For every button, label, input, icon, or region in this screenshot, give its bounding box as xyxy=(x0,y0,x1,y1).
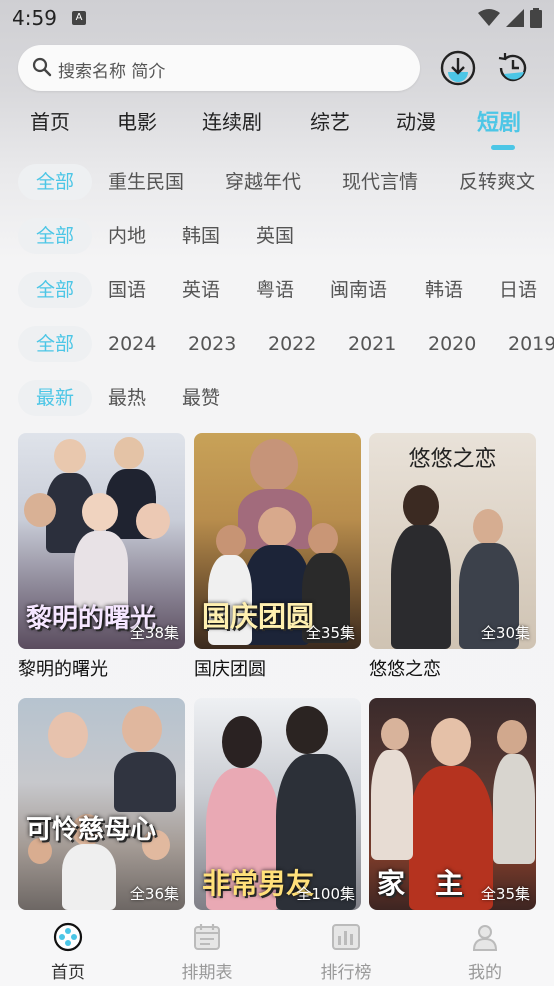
battery-icon xyxy=(530,8,542,28)
episode-count: 全100集 xyxy=(296,885,355,903)
signal-icon xyxy=(506,9,524,27)
nav-label: 排期表 xyxy=(181,963,233,983)
drama-card[interactable]: 非常男友 全100集 xyxy=(194,698,361,916)
active-tab-indicator xyxy=(491,145,515,150)
genre-filter-row: 全部 重生民国 穿越年代 现代言情 反转爽文 xyxy=(0,164,554,200)
bottom-nav: 首页 排期表 排行榜 我的 xyxy=(0,910,554,986)
poster-image: 悠悠之恋 全30集 xyxy=(369,433,536,649)
poster-title-art: 家主 xyxy=(377,867,494,900)
drama-card[interactable]: 黎明的曙光 全38集 黎明的曙光 xyxy=(18,433,185,681)
sort-chip-hottest[interactable]: 最热 xyxy=(108,380,146,416)
sort-chip-top-rated[interactable]: 最赞 xyxy=(182,380,220,416)
nav-label: 排行榜 xyxy=(320,963,372,983)
language-chip[interactable]: 韩语 xyxy=(425,272,463,308)
language-chip[interactable]: 日语 xyxy=(499,272,537,308)
tab-home[interactable]: 首页 xyxy=(30,106,70,135)
language-chip[interactable]: 闽南语 xyxy=(330,272,387,308)
calendar-icon xyxy=(194,924,220,950)
language-filter-row: 全部 国语 英语 粤语 闽南语 韩语 日语 xyxy=(0,272,554,308)
year-chip[interactable]: 2019 xyxy=(508,326,554,362)
nav-ranking[interactable]: 排行榜 xyxy=(296,922,396,983)
genre-chip[interactable]: 重生民国 xyxy=(108,164,184,200)
genre-chip[interactable]: 现代言情 xyxy=(342,164,418,200)
drama-card[interactable]: 悠悠之恋 全30集 悠悠之恋 xyxy=(369,433,536,681)
language-chip-all[interactable]: 全部 xyxy=(18,272,92,308)
episode-count: 全38集 xyxy=(129,624,179,642)
status-bar: 4:59 A xyxy=(0,0,554,36)
region-chip[interactable]: 内地 xyxy=(108,218,146,254)
drama-card[interactable]: 家主 全35集 xyxy=(369,698,536,916)
poster-title-art: 悠悠之恋 xyxy=(408,447,497,472)
region-chip[interactable]: 英国 xyxy=(256,218,294,254)
poster-image: 非常男友 全100集 xyxy=(194,698,361,910)
status-time: 4:59 xyxy=(12,6,57,30)
genre-chip-all[interactable]: 全部 xyxy=(18,164,92,200)
region-filter-row: 全部 内地 韩国 英国 xyxy=(0,218,554,254)
episode-count: 全36集 xyxy=(129,885,179,903)
episode-count: 全35集 xyxy=(480,885,530,903)
region-chip[interactable]: 韩国 xyxy=(182,218,220,254)
drama-title: 国庆团圆 xyxy=(194,659,266,680)
sort-chip-latest[interactable]: 最新 xyxy=(18,380,92,416)
year-chip-all[interactable]: 全部 xyxy=(18,326,92,362)
search-placeholder: 搜索名称 简介 xyxy=(58,62,166,82)
year-chip[interactable]: 2022 xyxy=(268,326,316,362)
language-chip[interactable]: 粤语 xyxy=(256,272,294,308)
episode-count: 全30集 xyxy=(480,624,530,642)
genre-chip[interactable]: 反转爽文 xyxy=(459,164,535,200)
profile-icon xyxy=(472,925,498,951)
status-icons xyxy=(478,8,542,28)
nav-profile[interactable]: 我的 xyxy=(435,922,535,983)
poster-image: 可怜慈母心 全36集 xyxy=(18,698,185,910)
download-icon[interactable] xyxy=(440,50,476,86)
search-bar[interactable]: 搜索名称 简介 xyxy=(18,45,420,91)
nav-label: 首页 xyxy=(51,963,85,983)
chart-icon xyxy=(332,924,360,950)
poster-title-art: 可怜慈母心 xyxy=(26,815,157,845)
language-chip[interactable]: 国语 xyxy=(108,272,146,308)
wifi-icon xyxy=(478,9,500,26)
notification-icon: A xyxy=(72,11,86,25)
category-tabs: 首页 电影 连续剧 综艺 动漫 短剧 xyxy=(0,106,554,150)
genre-chip[interactable]: 穿越年代 xyxy=(225,164,301,200)
nav-schedule[interactable]: 排期表 xyxy=(157,922,257,983)
tab-movies[interactable]: 电影 xyxy=(117,106,157,135)
year-chip[interactable]: 2024 xyxy=(108,326,156,362)
poster-image: 黎明的曙光 全38集 xyxy=(18,433,185,649)
poster-title-art: 国庆团圆 xyxy=(202,600,315,633)
home-film-icon xyxy=(53,922,83,952)
drama-card[interactable]: 国庆团圆 全35集 国庆团圆 xyxy=(194,433,361,681)
drama-card[interactable]: 可怜慈母心 全36集 xyxy=(18,698,185,916)
poster-image: 国庆团圆 全35集 xyxy=(194,433,361,649)
drama-title: 黎明的曙光 xyxy=(18,659,108,680)
nav-home[interactable]: 首页 xyxy=(18,922,118,983)
language-chip[interactable]: 英语 xyxy=(182,272,220,308)
tab-short-drama[interactable]: 短剧 xyxy=(477,105,521,137)
sort-filter-row: 最新 最热 最赞 xyxy=(0,380,554,416)
poster-image: 家主 全35集 xyxy=(369,698,536,910)
tab-series[interactable]: 连续剧 xyxy=(202,106,262,135)
history-icon[interactable] xyxy=(495,50,531,86)
tab-anime[interactable]: 动漫 xyxy=(396,106,436,135)
year-chip[interactable]: 2023 xyxy=(188,326,236,362)
year-filter-row: 全部 2024 2023 2022 2021 2020 2019 xyxy=(0,326,554,362)
search-icon xyxy=(32,57,52,77)
episode-count: 全35集 xyxy=(305,624,355,642)
tab-variety[interactable]: 综艺 xyxy=(310,106,350,135)
nav-label: 我的 xyxy=(468,963,502,983)
drama-title: 悠悠之恋 xyxy=(369,659,441,680)
year-chip[interactable]: 2021 xyxy=(348,326,396,362)
region-chip-all[interactable]: 全部 xyxy=(18,218,92,254)
year-chip[interactable]: 2020 xyxy=(428,326,476,362)
